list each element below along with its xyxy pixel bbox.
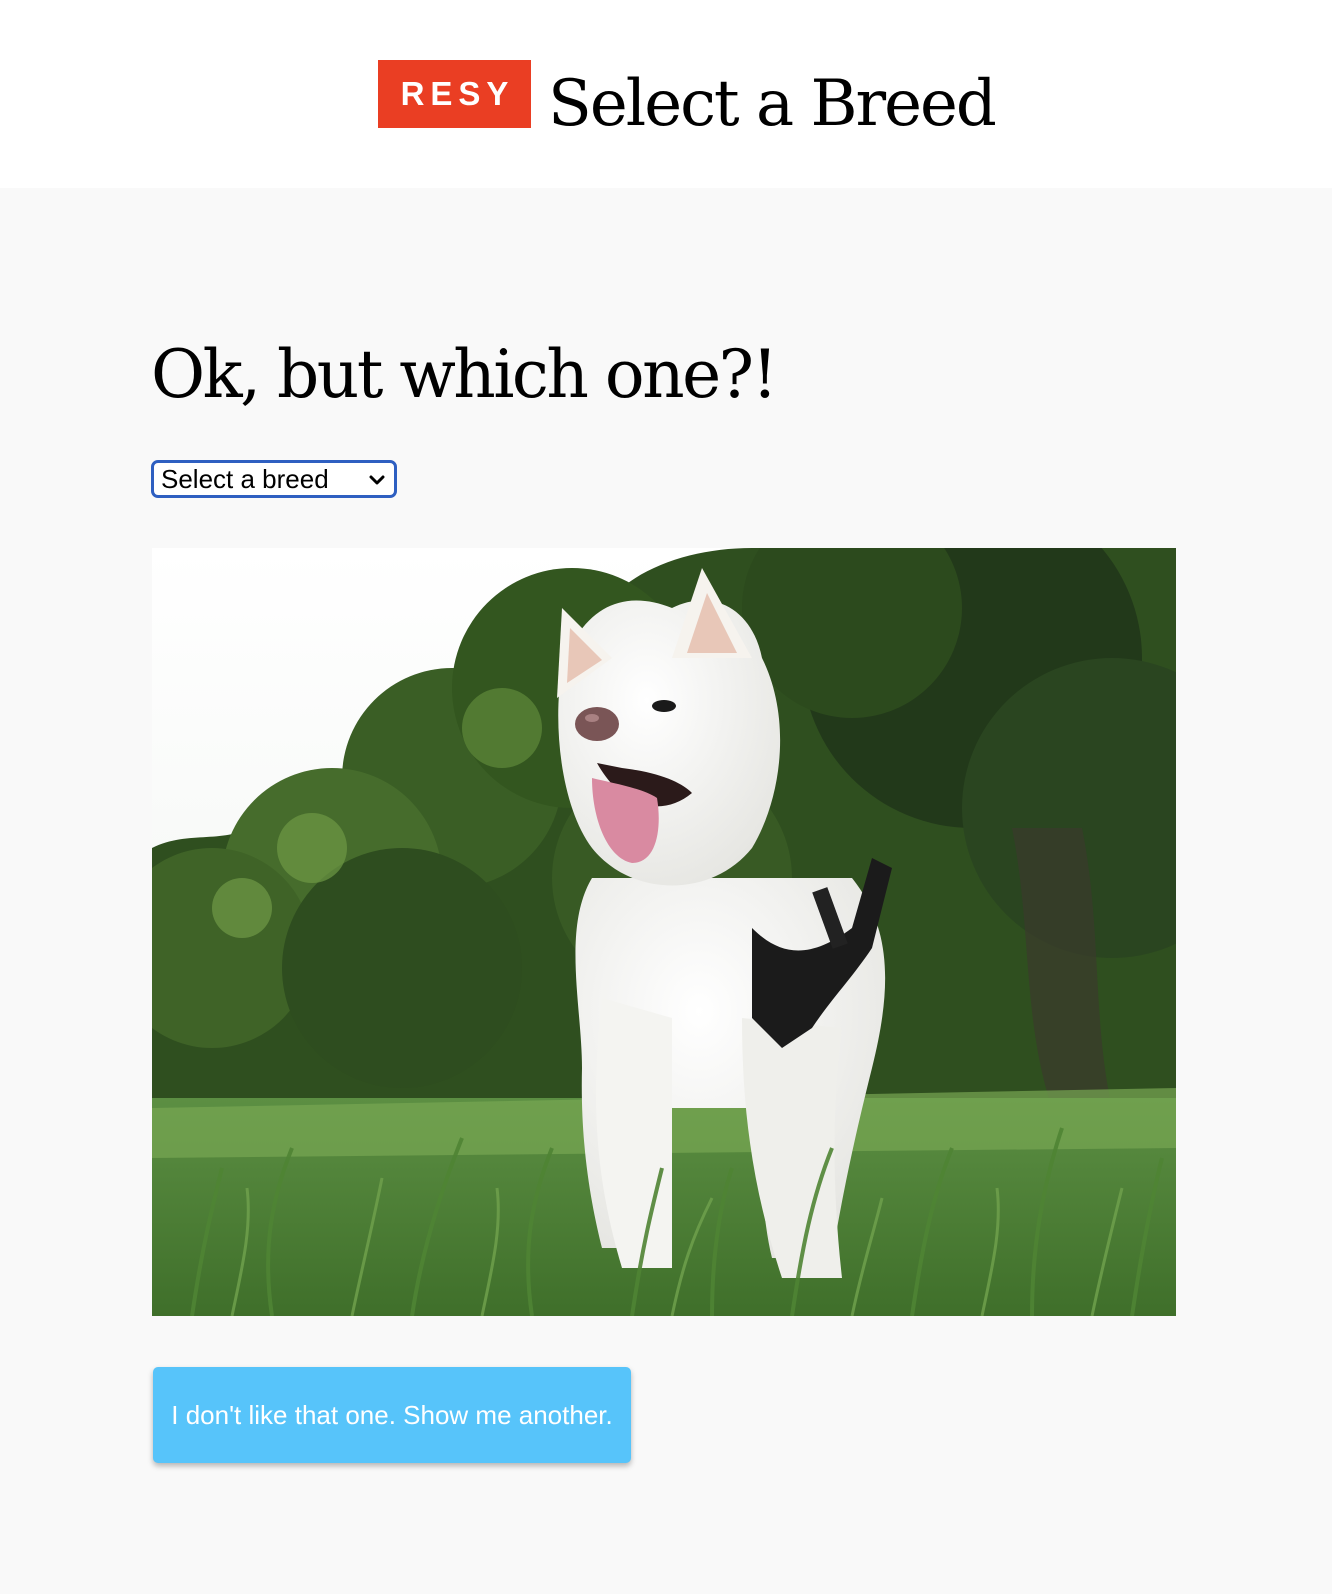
dog-photo (152, 548, 1176, 1316)
resy-logo[interactable]: RESY (378, 60, 531, 128)
page-title: Select a Breed (548, 67, 997, 141)
page-header: RESY Select a Breed (0, 0, 1332, 188)
dog-illustration (152, 548, 1176, 1316)
breed-select-value: Select a breed (161, 463, 329, 494)
main-heading: Ok, but which one?! (151, 336, 778, 413)
chevron-down-icon (369, 475, 385, 485)
show-another-button[interactable]: I don't like that one. Show me another. (153, 1367, 631, 1463)
breed-select[interactable]: Select a breed (151, 460, 397, 498)
